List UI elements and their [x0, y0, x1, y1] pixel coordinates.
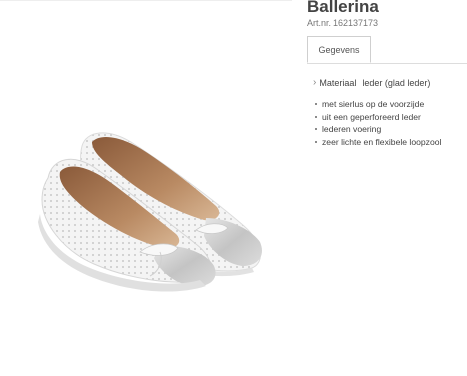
feature-item: met sierlus op de voorzijde	[307, 98, 467, 111]
spec-row-material[interactable]: › Materiaal leder (glad leder)	[307, 77, 467, 88]
product-image-panel	[0, 0, 292, 312]
tab-divider	[307, 63, 467, 64]
tab-gegevens[interactable]: Gegevens	[307, 36, 371, 63]
ballerina-shoes-image[interactable]	[0, 0, 292, 312]
spec-label: Materiaal	[319, 77, 357, 88]
feature-item: zeer lichte en flexibele loopzool	[307, 136, 467, 149]
detail-tabs: Gegevens	[307, 36, 467, 64]
feature-item: lederen voering	[307, 123, 467, 136]
feature-item: uit een geperforeerd leder	[307, 111, 467, 124]
product-title: Ballerina	[307, 0, 379, 16]
spec-value: leder (glad leder)	[362, 77, 431, 88]
article-number: Art.nr. 162137173	[307, 18, 467, 28]
article-number-value: 162137173	[333, 18, 379, 28]
chevron-right-icon: ›	[313, 77, 317, 88]
feature-list: met sierlus op de voorzijde uit een gepe…	[307, 98, 467, 148]
article-number-label: Art.nr.	[307, 18, 332, 28]
product-details: Ballerina Art.nr. 162137173 Gegevens › Ma…	[307, 0, 467, 148]
